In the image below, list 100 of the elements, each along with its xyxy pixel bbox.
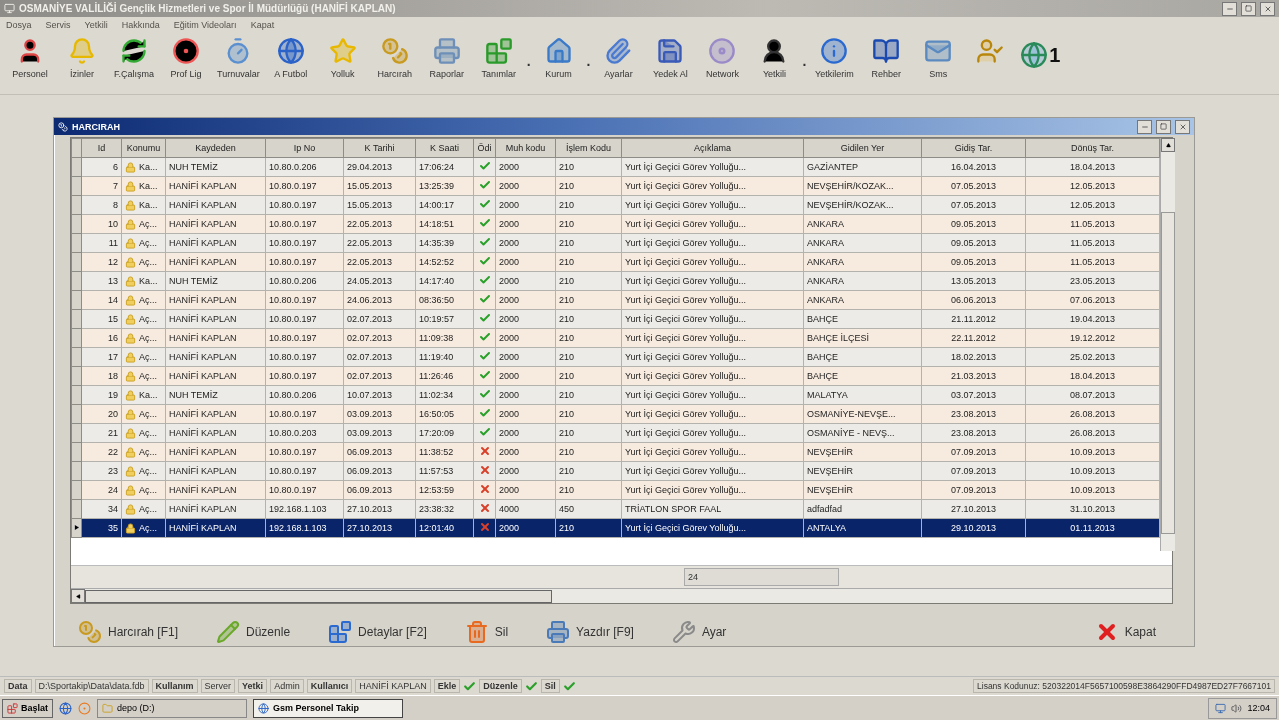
menu-item[interactable]: Kapat [250, 20, 275, 30]
scroll-thumb[interactable] [1161, 212, 1175, 534]
menu-item[interactable]: Hakkında [121, 20, 160, 30]
date-cell: 07.05.2013 [921, 195, 1026, 215]
date-cell: 22.05.2013 [343, 214, 416, 234]
vertical-scrollbar[interactable] [1160, 138, 1175, 551]
padlock-icon [125, 446, 136, 458]
description-cell: Yurt İçi Geçici Görev Yolluğu... [621, 195, 804, 215]
permission-label: Düzenle [479, 679, 522, 693]
toolbar-button[interactable]: Network [696, 35, 749, 81]
menu-item[interactable]: Dosya [6, 20, 32, 30]
column-header[interactable]: K Saati [415, 138, 474, 158]
column-header[interactable]: Ödi [473, 138, 496, 158]
recorder-cell: HANİFİ KAPLAN [165, 461, 266, 481]
circle-icon[interactable] [78, 701, 91, 715]
scroll-up-icon[interactable] [1161, 138, 1175, 152]
date-cell: 29.04.2013 [343, 157, 416, 177]
toolbar-button[interactable]: Turnuvalar [212, 35, 265, 81]
blocks-icon [484, 37, 513, 65]
padlock-icon [125, 484, 136, 496]
toolbar-button[interactable]: Yolluk [316, 35, 369, 81]
column-header[interactable]: Muh kodu [495, 138, 556, 158]
globe-icon[interactable] [59, 701, 72, 715]
toolbar-button[interactable]: Prof Lig [160, 35, 212, 81]
toolbar-button[interactable]: Raporlar [420, 35, 473, 81]
toolbar-button[interactable]: Ayarlar [592, 35, 645, 81]
star-icon [328, 37, 357, 65]
column-header[interactable]: Gidilen Yer [803, 138, 922, 158]
action-button[interactable]: Harcırah [F1] [74, 618, 183, 646]
action-button[interactable]: Kapat [1090, 618, 1160, 646]
action-button[interactable]: Ayar [667, 618, 731, 646]
column-header[interactable]: Dönüş Tar. [1025, 138, 1160, 158]
id-cell: 24 [81, 480, 122, 500]
column-header[interactable]: Konumu [121, 138, 166, 158]
column-header[interactable]: İşlem Kodu [555, 138, 622, 158]
person-icon [976, 37, 1005, 65]
toolbar-button[interactable]: F.Çalışma [108, 35, 160, 81]
trash-icon [464, 620, 489, 644]
location-text: Aç... [139, 428, 157, 438]
toolbar-button[interactable]: Harcırah [368, 35, 421, 81]
date-cell: 03.07.2013 [921, 385, 1026, 405]
description-cell: Yurt İçi Geçici Görev Yolluğu... [621, 404, 804, 424]
date-cell: 25.02.2013 [1025, 347, 1160, 367]
speaker-icon[interactable] [1231, 702, 1243, 714]
minimize-button[interactable] [1137, 119, 1152, 134]
toolbar-dot: . [525, 52, 532, 69]
date-cell: 09.05.2013 [921, 252, 1026, 272]
close-button[interactable] [1260, 1, 1275, 16]
code-cell: 2000 [495, 461, 556, 481]
location-text: Ka... [139, 181, 158, 191]
date-cell: 27.10.2013 [343, 518, 416, 538]
date-cell: 10.09.2013 [1025, 480, 1160, 500]
action-button[interactable]: Düzenle [212, 618, 295, 646]
menu-item[interactable]: Yetkili [84, 20, 108, 30]
toolbar-button[interactable]: İzinler [56, 35, 108, 81]
toolbar-button[interactable]: Kurum [532, 35, 585, 81]
description-cell: Yurt İçi Geçici Görev Yolluğu... [621, 480, 804, 500]
toolbar-button[interactable]: A Futbol [264, 35, 317, 81]
date-cell: 15.05.2013 [343, 195, 416, 215]
toolbar-button[interactable]: Yedek Al [644, 35, 697, 81]
code-cell: 210 [555, 366, 622, 386]
maximize-button[interactable] [1241, 1, 1256, 16]
refresh-icon [120, 37, 148, 65]
date-cell: 08.07.2013 [1025, 385, 1160, 405]
horizontal-scrollbar[interactable] [71, 588, 1172, 603]
code-cell: 210 [555, 233, 622, 253]
destination-cell: ANTALYA [803, 518, 922, 538]
column-header[interactable]: Açıklama [621, 138, 804, 158]
action-button[interactable]: Sil [460, 618, 513, 646]
scroll-left-icon[interactable] [71, 589, 85, 603]
column-header[interactable]: Id [81, 138, 122, 158]
padlock-icon [125, 218, 136, 230]
ip-cell: 10.80.0.197 [265, 252, 344, 272]
toolbar-button[interactable]: Tanımlar [472, 35, 525, 81]
scroll-thumb[interactable] [85, 589, 552, 603]
globe-icon[interactable] [1020, 41, 1049, 69]
close-button[interactable] [1175, 119, 1190, 134]
column-header[interactable]: K Tarihi [343, 138, 416, 158]
time-cell: 16:50:05 [415, 404, 474, 424]
toolbar-button[interactable]: Yetkilerim [808, 35, 861, 81]
monitor-icon[interactable] [1215, 702, 1227, 714]
destination-cell: NEVŞEHİR [803, 442, 922, 462]
action-button[interactable]: Detaylar [F2] [324, 618, 431, 646]
start-button[interactable]: Başlat [2, 698, 53, 718]
minimize-button[interactable] [1222, 1, 1237, 16]
toolbar-button[interactable]: Sms [912, 35, 965, 81]
action-button[interactable]: Yazdır [F9] [542, 618, 638, 646]
toolbar-button[interactable]: Personel [4, 35, 56, 81]
toolbar-button[interactable]: Rehber [860, 35, 913, 81]
column-header[interactable]: Kaydeden [165, 138, 266, 158]
toolbar-button[interactable]: Yetkili [748, 35, 801, 81]
taskbar-task[interactable]: depo (D:) [97, 698, 247, 718]
menu-item[interactable]: Eğitim Videoları [173, 20, 237, 30]
column-header[interactable]: Ip No [265, 138, 344, 158]
folder-icon [102, 702, 113, 714]
column-header[interactable]: Gidiş Tar. [921, 138, 1026, 158]
menu-item[interactable]: Servis [45, 20, 71, 30]
code-cell: 210 [555, 480, 622, 500]
taskbar-task[interactable]: Gsm Personel Takip [253, 698, 403, 718]
ip-cell: 10.80.0.203 [265, 423, 344, 443]
